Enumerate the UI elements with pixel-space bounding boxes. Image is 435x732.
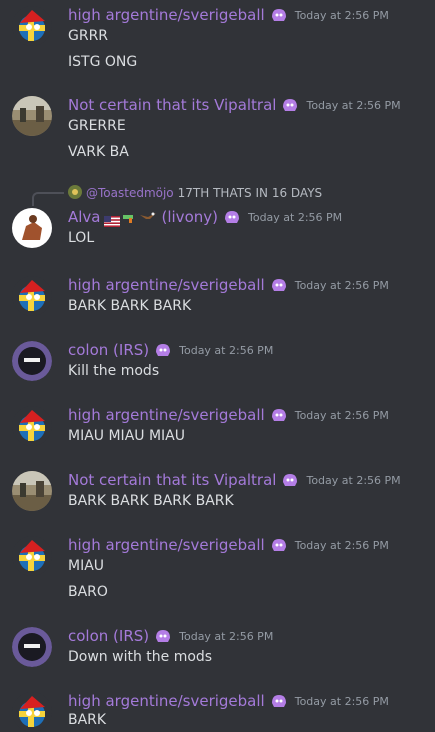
username[interactable]: colon (IRS) (68, 627, 149, 645)
message-header: colon (IRS) Today at 2:56 PM (68, 625, 273, 647)
username[interactable]: high argentine/sverigeball (68, 692, 265, 710)
message-text: BARO (68, 584, 108, 600)
timestamp: Today at 2:56 PM (294, 408, 389, 422)
nitro-badge-icon (269, 5, 289, 25)
message-text: VARK BA (68, 144, 129, 160)
username[interactable]: Not certain that its Vipaltral (68, 471, 276, 489)
username[interactable]: high argentine/sverigeball (68, 276, 265, 294)
message: colon (IRS) Today at 2:56 PM Kill the mo… (0, 339, 435, 383)
message: high argentine/sverigeball Today at 2:56… (0, 404, 435, 448)
nitro-badge-icon (222, 207, 242, 227)
reply-preview[interactable]: @Toastedmöjo 17TH THATS IN 16 DAYS (68, 184, 322, 202)
timestamp: Today at 2:56 PM (179, 629, 274, 643)
timestamp: Today at 2:56 PM (294, 278, 389, 292)
message-header: high argentine/sverigeball Today at 2:56… (68, 534, 389, 556)
timestamp: Today at 2:56 PM (294, 538, 389, 552)
timestamp: Today at 2:56 PM (306, 473, 401, 487)
username[interactable]: colon (IRS) (68, 341, 149, 359)
message-text: Down with the mods (68, 649, 213, 665)
nitro-badge-icon (153, 340, 173, 360)
timestamp: Today at 2:56 PM (247, 210, 343, 224)
avatar[interactable] (12, 341, 52, 381)
timestamp: Today at 2:56 PM (179, 343, 274, 357)
message-header: colon (IRS) Today at 2:56 PM (68, 339, 273, 361)
message: high argentine/sverigeball Today at 2:56… (0, 4, 435, 74)
message-header: high argentine/sverigeball Today at 2:56… (68, 404, 389, 426)
nitro-badge-icon (269, 535, 289, 555)
message: high argentine/sverigeball Today at 2:56… (0, 274, 435, 318)
message-text: LOL (68, 230, 95, 246)
message-header: Not certain that its Vipaltral Today at … (68, 469, 401, 491)
us-flag-icon (103, 212, 120, 227)
message: colon (IRS) Today at 2:56 PM Down with t… (0, 625, 435, 669)
message: high argentine/sverigeball Today at 2:56… (0, 534, 435, 604)
message-feed: high argentine/sverigeball Today at 2:56… (0, 0, 435, 732)
avatar[interactable] (12, 96, 52, 136)
message-text: MIAU MIAU MIAU (68, 428, 185, 444)
username[interactable]: high argentine/sverigeball (68, 536, 265, 554)
nitro-badge-icon (280, 95, 300, 115)
avatar[interactable] (12, 276, 52, 316)
username[interactable]: Not certain that its Vipaltral (68, 96, 276, 114)
reply-username[interactable]: @Toastedmöjo (86, 186, 174, 200)
message-text: GRERRE (68, 118, 126, 134)
message-header: Alva (livony) Today at 2:56 PM (68, 206, 342, 228)
message-text: BARK BARK BARK BARK (68, 493, 234, 509)
username[interactable]: high argentine/sverigeball (68, 406, 265, 424)
nitro-badge-icon (280, 470, 300, 490)
timestamp: Today at 2:56 PM (294, 8, 389, 22)
message: @Toastedmöjo 17TH THATS IN 16 DAYS Alva … (0, 184, 435, 250)
message-text: ISTG ONG (68, 54, 138, 70)
username[interactable]: high argentine/sverigeball (68, 6, 265, 24)
message-text: GRRR (68, 28, 109, 44)
reply-text: 17TH THATS IN 16 DAYS (177, 186, 323, 200)
avatar[interactable] (12, 208, 52, 248)
message-text: BARK (68, 712, 107, 728)
avatar[interactable] (12, 6, 52, 46)
message: Not certain that its Vipaltral Today at … (0, 469, 435, 513)
avatar[interactable] (12, 692, 52, 732)
username[interactable]: Alva (68, 208, 101, 226)
water-gun-icon (122, 208, 137, 227)
nitro-badge-icon (269, 275, 289, 295)
message-header: high argentine/sverigeball Today at 2:56… (68, 690, 389, 712)
avatar[interactable] (12, 536, 52, 576)
nitro-badge-icon (269, 405, 289, 425)
message: Not certain that its Vipaltral Today at … (0, 94, 435, 164)
message-header: Not certain that its Vipaltral Today at … (68, 94, 401, 116)
nitro-badge-icon (153, 626, 173, 646)
avatar[interactable] (12, 471, 52, 511)
avatar[interactable] (12, 627, 52, 667)
message-header: high argentine/sverigeball Today at 2:56… (68, 274, 389, 296)
message: high argentine/sverigeball Today at 2:56… (0, 690, 435, 732)
avatar[interactable] (12, 406, 52, 446)
nitro-badge-icon (269, 691, 289, 711)
eagle-icon (139, 208, 156, 227)
reply-avatar-icon (68, 184, 82, 202)
timestamp: Today at 2:56 PM (306, 98, 401, 112)
timestamp: Today at 2:56 PM (294, 694, 389, 708)
message-header: high argentine/sverigeball Today at 2:56… (68, 4, 389, 26)
reply-connector (32, 192, 64, 206)
message-text: BARK BARK BARK (68, 298, 192, 314)
message-text: Kill the mods (68, 363, 160, 379)
user-tag: (livony) (161, 208, 218, 226)
message-text: MIAU (68, 558, 105, 574)
